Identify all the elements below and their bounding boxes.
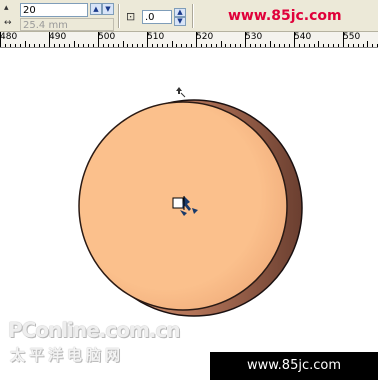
ruler-label: 530 [245,32,263,42]
toolbar-separator [192,4,194,28]
watermark-text: www.85jc.com [228,8,342,24]
offset-spin-up[interactable]: ▲ [174,8,186,17]
ruler-label: 500 [98,32,116,42]
ruler-label: 540 [294,32,312,42]
outline-width-spin-up[interactable]: ▲ [90,3,102,15]
ruler-label: 510 [147,32,165,42]
offset-field[interactable]: .0 [142,10,172,24]
ruler-label: 490 [49,32,67,42]
offset-spin-down[interactable]: ▼ [174,17,186,26]
ruler-label: 480 [0,32,18,42]
horizontal-ruler[interactable]: 480 490 500 510 520 530 540 550 [0,32,378,48]
pconline-logo: PConline.com.cn [8,318,181,342]
property-bar: ▴ 20 ▲ ▼ ↔ 25.4 mm ⊡ .0 ▲ ▼ www.85jc.com [0,0,378,32]
outline-width-field[interactable]: 20 [20,3,88,17]
size-icon: ↔ [4,18,12,28]
toolbar-separator [118,4,120,28]
vanishing-point-icon[interactable] [176,87,186,98]
ruler-label: 520 [196,32,214,42]
bottom-watermark-text: www.85jc.com [246,358,342,373]
ruler-label: 550 [343,32,361,42]
outline-width-spin-down[interactable]: ▼ [102,3,114,15]
size-field[interactable]: 25.4 mm [20,18,114,31]
offset-icon: ⊡ [126,10,136,23]
outline-width-icon: ▴ [4,3,9,13]
bottom-watermark-bar: www.85jc.com [210,352,378,380]
pconline-logo-subtitle: 太平洋电脑网 [10,346,125,364]
